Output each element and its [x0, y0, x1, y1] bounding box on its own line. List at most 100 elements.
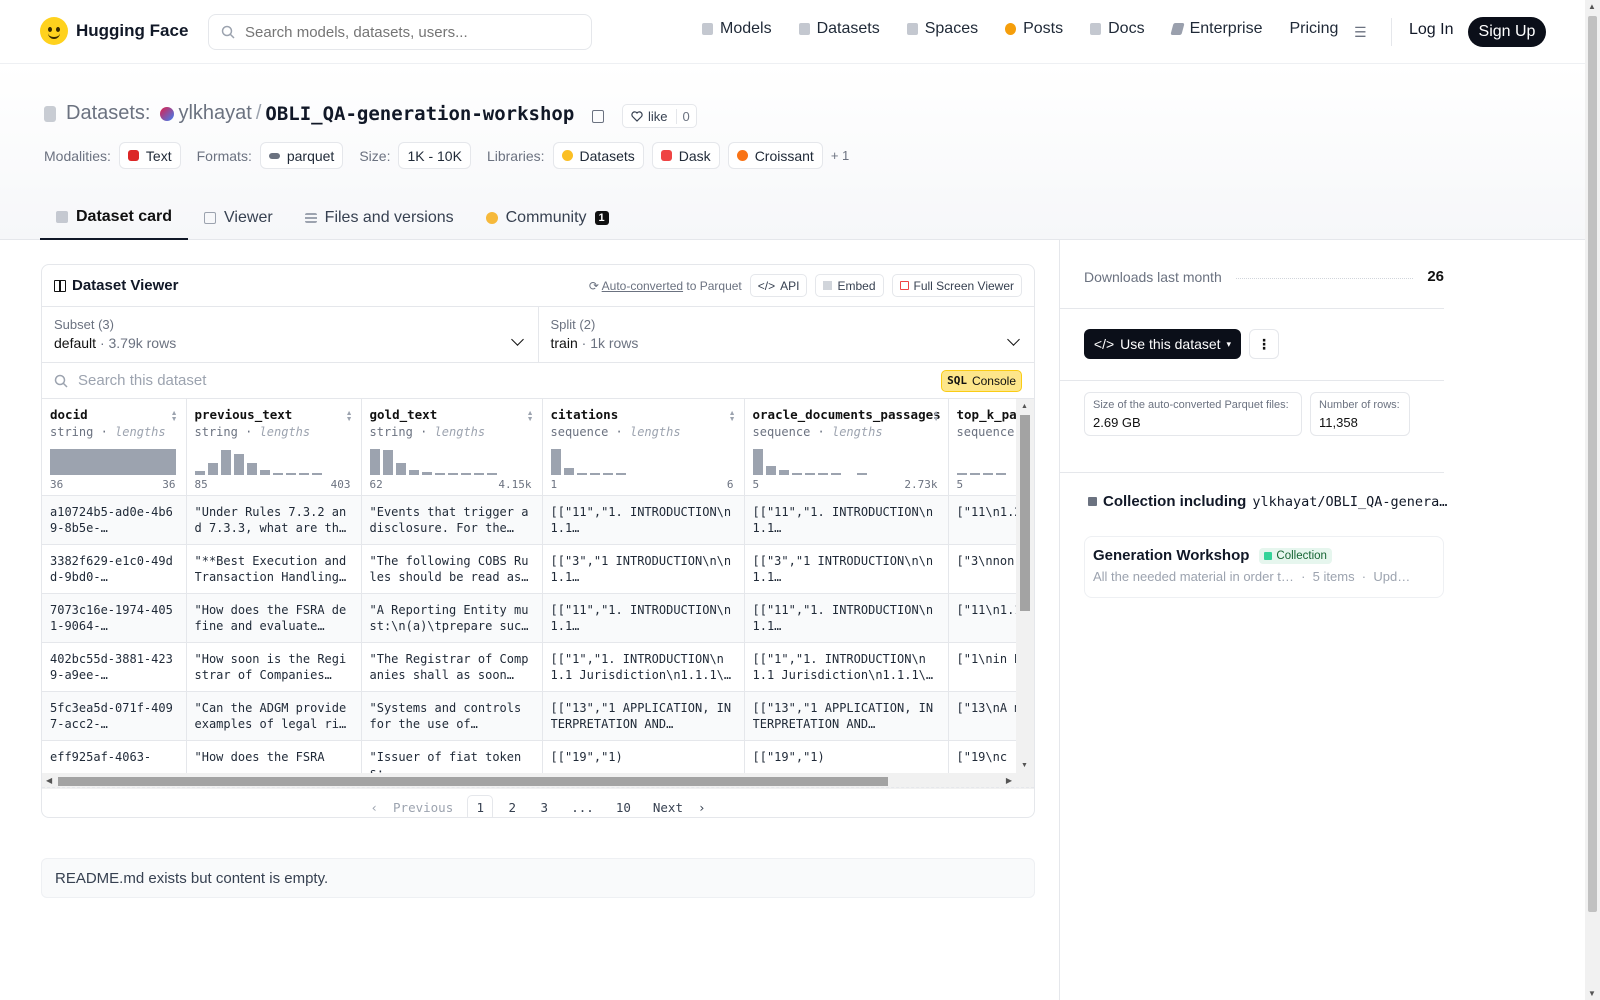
table-cell[interactable]: [["3","1 INTRODUCTION\n\n1.1… [542, 544, 745, 594]
sql-console-button[interactable]: SQL Console [941, 369, 1022, 392]
sort-icon[interactable]: ▲ ▼ [171, 410, 178, 423]
split-select[interactable]: Split (2) train · 1k rows [537, 307, 1035, 362]
histogram-bar[interactable] [408, 469, 419, 475]
table-vertical-scrollbar[interactable]: ▲ ▼ [1016, 399, 1034, 773]
table-cell[interactable]: "How does the FSRA define and evaluate… [186, 593, 362, 643]
histogram-bar[interactable] [830, 472, 841, 475]
histogram-bar[interactable] [460, 472, 471, 475]
histogram-bar[interactable] [856, 472, 867, 475]
collection-card[interactable]: Generation Workshop Collection All the ne… [1084, 536, 1444, 598]
fullscreen-viewer-button[interactable]: Full Screen Viewer [891, 274, 1022, 297]
nav-spaces[interactable]: Spaces [906, 20, 978, 38]
sort-icon[interactable]: ▲ ▼ [729, 410, 736, 423]
column-header-oracle-documents-passages[interactable]: oracle_documents_passages sequence · leng… [744, 399, 949, 496]
embed-button[interactable]: Embed [815, 274, 884, 297]
histogram-bar[interactable] [382, 449, 393, 475]
copy-icon[interactable] [592, 110, 604, 123]
table-cell[interactable]: ["19\nc [948, 740, 1016, 773]
histogram-bar[interactable] [550, 448, 561, 475]
histogram-bar[interactable] [473, 472, 484, 475]
more-libraries[interactable]: + 1 [831, 148, 849, 163]
nav-enterprise[interactable]: Enterprise [1169, 20, 1262, 38]
histogram-bar[interactable] [220, 449, 231, 475]
column-header-previous-text[interactable]: previous_text string · lengths ▲ ▼ 85 403 [186, 399, 362, 496]
table-cell[interactable]: ["1\nin Regulat… [948, 642, 1016, 692]
sort-icon[interactable]: ▲ ▼ [346, 410, 353, 423]
table-row[interactable]: 3382f629-e1c0-49dd-9bd0-… "**Best Executi… [42, 544, 1016, 594]
table-cell[interactable]: ["13\nA must in… [948, 691, 1016, 741]
histogram-bar[interactable] [233, 453, 244, 475]
tab-community[interactable]: Community 1 [470, 196, 625, 240]
column-header-gold-text[interactable]: gold_text string · lengths ▲ ▼ 62 4.15k [361, 399, 543, 496]
table-cell[interactable]: "A Reporting Entity must:\n(a)\tprepare … [361, 593, 543, 643]
table-cell[interactable]: eff925af-4063- [42, 740, 187, 773]
histogram-bar[interactable] [615, 472, 626, 475]
histogram-bar[interactable] [434, 472, 445, 475]
tab-files[interactable]: Files and versions [289, 196, 470, 240]
histogram-bar[interactable] [995, 472, 1006, 475]
page-scrollbar[interactable]: ▲ ▼ [1585, 0, 1600, 1000]
table-cell[interactable]: 402bc55d-3881-4239-a9ee-… [42, 642, 187, 692]
histogram-bar[interactable] [246, 462, 257, 475]
table-cell[interactable]: 7073c16e-1974-4051-9064-… [42, 593, 187, 643]
histogram-bar[interactable] [844, 473, 854, 475]
histogram-bar[interactable] [298, 472, 309, 475]
table-cell[interactable]: "Under Rules 7.3.2 and 7.3.3, what are t… [186, 495, 362, 545]
table-cell[interactable]: "**Best Execution and Transaction Handli… [186, 544, 362, 594]
histogram-bar[interactable] [817, 472, 828, 475]
table-cell[interactable]: [["11","1. INTRODUCTION\n1.1… [542, 593, 745, 643]
login-link[interactable]: Log In [1409, 21, 1453, 39]
previous-page-button[interactable]: ‹ Previous [362, 795, 461, 818]
table-cell[interactable]: ["3\nnon any exc… [948, 544, 1016, 594]
nav-models[interactable]: Models [702, 20, 772, 38]
histogram-bar[interactable] [982, 472, 993, 475]
table-cell[interactable]: 5fc3ea5d-071f-4097-acc2-… [42, 691, 187, 741]
table-cell[interactable]: "Issuer of fiat tokens: [361, 740, 543, 773]
histogram-bar[interactable] [421, 471, 432, 475]
next-page-button[interactable]: Next › [645, 795, 714, 818]
sort-icon[interactable]: ▲ ▼ [933, 410, 940, 423]
more-options-button[interactable]: ⋮ [1249, 329, 1279, 359]
histogram-bar[interactable] [259, 469, 270, 475]
histogram-bar[interactable] [765, 465, 776, 475]
table-cell[interactable]: ["11\n1.2 Certification… [948, 495, 1016, 545]
histogram-bar[interactable] [576, 472, 587, 475]
histogram-bar[interactable] [311, 472, 322, 475]
histogram-bar[interactable] [969, 472, 980, 475]
api-button[interactable]: </> API [749, 274, 808, 297]
histogram-bar[interactable] [486, 472, 497, 475]
histogram-bar[interactable] [447, 472, 458, 475]
signup-button[interactable]: Sign Up [1468, 17, 1546, 47]
nav-posts[interactable]: Posts [1005, 20, 1063, 38]
dataset-search-placeholder[interactable]: Search this dataset [78, 372, 206, 389]
column-header-docid[interactable]: docid string · lengths ▲ ▼ 36 36 [42, 399, 187, 496]
repo-name[interactable]: OBLI_QA-generation-workshop [265, 103, 574, 125]
global-search-input[interactable] [245, 23, 565, 41]
column-header-citations[interactable]: citations sequence · lengths ▲ ▼ 1 6 [542, 399, 745, 496]
table-cell[interactable]: [["13","1 APPLICATION, INTERPRETATION AN… [542, 691, 745, 741]
table-cell[interactable]: ["11\n1.1 annual… [948, 593, 1016, 643]
histogram-bar[interactable] [752, 448, 763, 475]
table-cell[interactable]: [["13","1 APPLICATION, INTERPRETATION AN… [744, 691, 949, 741]
tab-viewer[interactable]: Viewer [188, 196, 289, 240]
table-cell[interactable]: "The following COBS Rules should be read… [361, 544, 543, 594]
brand-logo[interactable]: Hugging Face [40, 17, 188, 45]
histogram-bar[interactable] [791, 472, 802, 475]
histogram-bar[interactable] [589, 472, 600, 475]
table-cell[interactable]: 3382f629-e1c0-49dd-9bd0-… [42, 544, 187, 594]
sort-icon[interactable]: ▲ ▼ [527, 410, 534, 423]
table-cell[interactable]: "Events that trigger a disclosure. For t… [361, 495, 543, 545]
table-cell[interactable]: "How soon is the Registrar of Companies… [186, 642, 362, 692]
use-this-dataset-button[interactable]: </> Use this dataset ▾ [1084, 329, 1241, 359]
table-cell[interactable]: [["1","1. INTRODUCTION\n1.1 Jurisdiction… [744, 642, 949, 692]
like-button[interactable]: like 0 [622, 104, 697, 128]
tag-datasets-lib[interactable]: Datasets [552, 142, 644, 169]
tag-dask[interactable]: Dask [651, 142, 720, 169]
table-cell[interactable]: [["19","1) [744, 740, 949, 773]
histogram-bar[interactable] [804, 472, 815, 475]
histogram-bar[interactable] [778, 469, 789, 475]
histogram-bar[interactable] [272, 472, 283, 475]
table-cell[interactable]: "Can the ADGM provide examples of legal … [186, 691, 362, 741]
repo-owner-link[interactable]: ylkhayat [178, 102, 251, 125]
histogram-bar[interactable] [395, 462, 406, 475]
